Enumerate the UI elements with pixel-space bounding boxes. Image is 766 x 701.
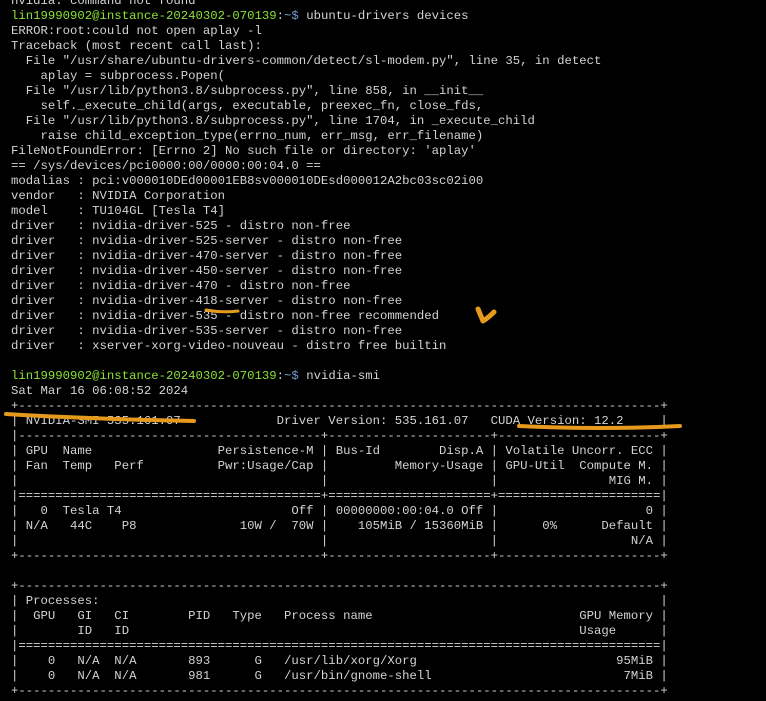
output-line: File "/usr/lib/python3.8/subprocess.py",… [11,84,484,98]
output-line: | NVIDIA-SMI 535.161.07 Driver Version: … [11,414,668,428]
output-line: |---------------------------------------… [11,429,668,443]
output-line: Sat Mar 16 06:08:52 2024 [11,384,189,398]
output-line: model : TU104GL [Tesla T4] [11,204,226,218]
prompt-user: lin19990902@instance-20240302-070139 [11,9,277,23]
prompt-path: ~$ [284,9,299,23]
output-line: driver : nvidia-driver-535 - distro non-… [11,309,440,323]
output-line: nvidia: command not found [11,0,196,8]
output-line: == /sys/devices/pci0000:00/0000:00:04.0 … [11,159,321,173]
output-line: driver : nvidia-driver-535-server - dist… [11,324,403,338]
output-line: modalias : pci:v000010DEd00001EB8sv00001… [11,174,484,188]
output-line: File "/usr/share/ubuntu-drivers-common/d… [11,54,602,68]
command-text: nvidia-smi [298,369,380,383]
output-line: | | | MIG M. | [11,474,668,488]
prompt-line: lin19990902@instance-20240302-070139:~$ … [11,369,763,384]
output-line: | | | N/A | [11,534,668,548]
output-line: +---------------------------------------… [11,579,668,593]
output-line: | Processes: | [11,594,668,608]
terminal-output: nvidia: command not found lin19990902@ins… [11,0,763,699]
prompt-user: lin19990902@instance-20240302-070139 [11,369,277,383]
prompt-path: ~$ [284,369,299,383]
prompt-separator: : [276,9,285,23]
output-line: | Fan Temp Perf Pwr:Usage/Cap | Memory-U… [11,459,668,473]
output-line: | GPU Name Persistence-M | Bus-Id Disp.A… [11,444,668,458]
output-line: |=======================================… [11,489,668,503]
output-line: | 0 N/A N/A 981 G /usr/bin/gnome-shell 7… [11,669,668,683]
output-line: raise child_exception_type(errno_num, er… [11,129,484,143]
command-text: ubuntu-drivers devices [298,9,469,23]
output-line: | 0 N/A N/A 893 G /usr/lib/xorg/Xorg 95M… [11,654,668,668]
output-line: driver : nvidia-driver-525 - distro non-… [11,219,351,233]
output-line: vendor : NVIDIA Corporation [11,189,226,203]
output-line: +---------------------------------------… [11,399,668,413]
output-line: | 0 Tesla T4 Off | 00000000:00:04.0 Off … [11,504,668,518]
output-line: File "/usr/lib/python3.8/subprocess.py",… [11,114,535,128]
output-line: aplay = subprocess.Popen( [11,69,226,83]
output-line: self._execute_child(args, executable, pr… [11,99,484,113]
output-line: | N/A 44C P8 10W / 70W | 105MiB / 15360M… [11,519,668,533]
output-line: driver : nvidia-driver-418-server - dist… [11,294,403,308]
output-line: FileNotFoundError: [Errno 2] No such fil… [11,144,476,158]
output-line: driver : nvidia-driver-450-server - dist… [11,264,403,278]
output-line: Traceback (most recent call last): [11,39,262,53]
output-line: +---------------------------------------… [11,684,668,698]
output-line: | GPU GI CI PID Type Process name GPU Me… [11,609,668,623]
output-line: driver : nvidia-driver-470-server - dist… [11,249,403,263]
output-line: driver : nvidia-driver-525-server - dist… [11,234,403,248]
output-line: ERROR:root:could not open aplay -l [11,24,262,38]
output-line: driver : nvidia-driver-470 - distro non-… [11,279,351,293]
prompt-line: lin19990902@instance-20240302-070139:~$ … [11,9,763,24]
output-line: +---------------------------------------… [11,549,668,563]
prompt-separator: : [276,369,285,383]
output-line: |=======================================… [11,639,668,653]
output-line: driver : xserver-xorg-video-nouveau - di… [11,339,447,353]
output-line: | ID ID Usage | [11,624,668,638]
